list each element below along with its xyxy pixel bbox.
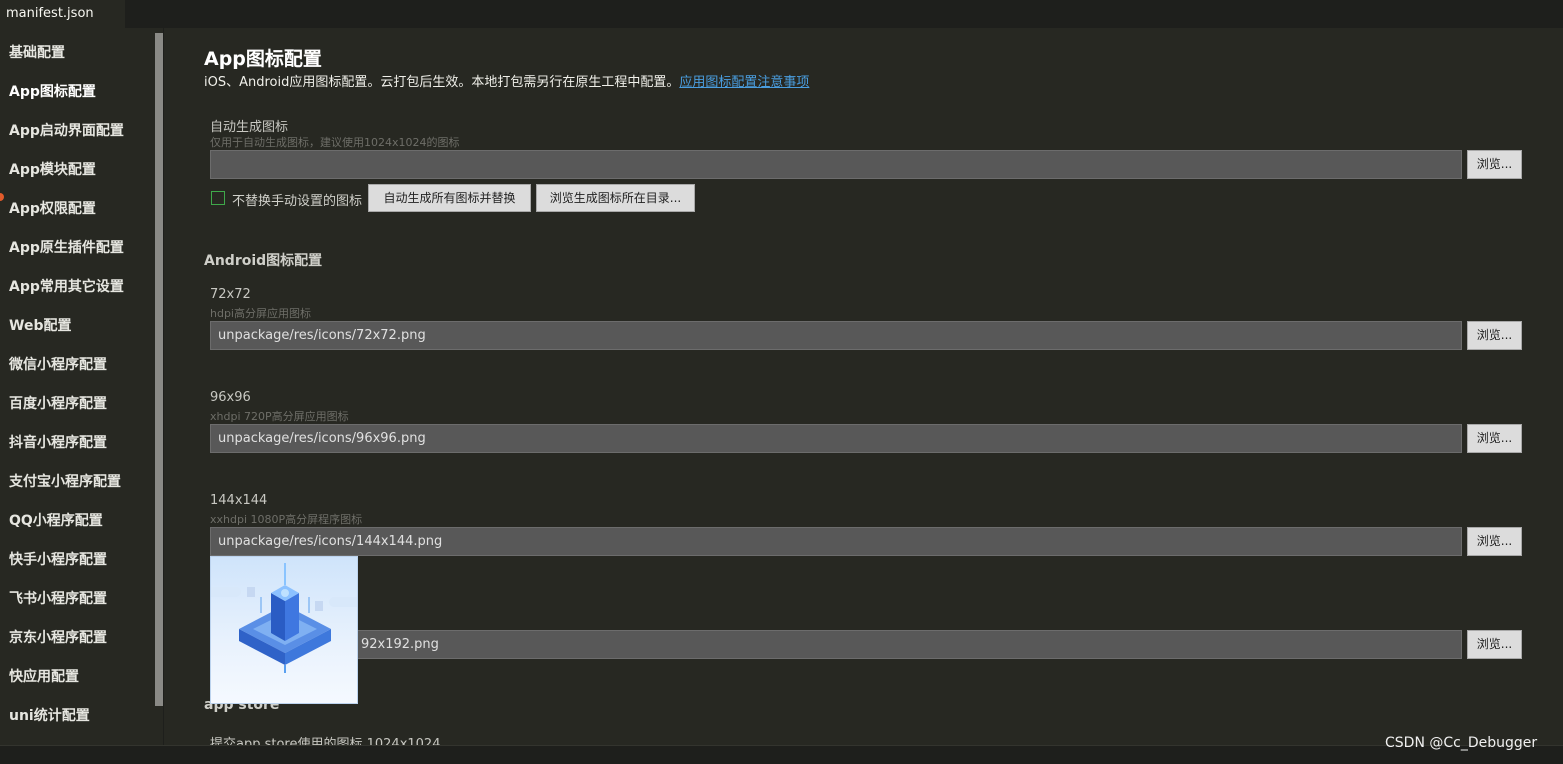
icon-72-hint: hdpi高分屏应用图标 — [210, 307, 311, 320]
sidebar-item-alipay[interactable]: 支付宝小程序配置 — [9, 471, 121, 493]
icon-96-input[interactable] — [210, 424, 1462, 453]
generate-all-icons-button[interactable]: 自动生成所有图标并替换 — [368, 184, 531, 212]
tab-manifest[interactable]: manifest.json — [0, 0, 125, 28]
sidebar-item-quickapp[interactable]: 快应用配置 — [9, 666, 79, 688]
auto-gen-hint: 仅用于自动生成图标，建议使用1024x1024的图标 — [210, 136, 460, 149]
android-section-title: Android图标配置 — [204, 253, 323, 269]
page-desc-text: iOS、Android应用图标配置。云打包后生效。本地打包需另行在原生工程中配置… — [204, 75, 680, 90]
sidebar-item-douyin[interactable]: 抖音小程序配置 — [9, 432, 107, 454]
auto-gen-label: 自动生成图标 — [210, 120, 289, 135]
sidebar: 基础配置 App图标配置 App启动界面配置 App模块配置 App权限配置 A… — [0, 28, 164, 745]
auto-gen-input[interactable] — [210, 150, 1462, 179]
icon-preview-thumbnail — [210, 556, 358, 704]
sidebar-item-qq[interactable]: QQ小程序配置 — [9, 510, 103, 532]
icon-72-input[interactable] — [210, 321, 1462, 350]
no-replace-checkbox[interactable] — [211, 191, 225, 205]
auto-gen-browse-button[interactable]: 浏览... — [1467, 150, 1522, 179]
icon-192-input[interactable] — [210, 630, 1462, 659]
icon-144-input[interactable] — [210, 527, 1462, 556]
icon-72-browse-button[interactable]: 浏览... — [1467, 321, 1522, 350]
icon-144-hint: xxhdpi 1080P高分屏程序图标 — [210, 513, 363, 526]
icon-144-browse-button[interactable]: 浏览... — [1467, 527, 1522, 556]
modified-dot-icon — [0, 193, 4, 201]
sidebar-item-app-other[interactable]: App常用其它设置 — [9, 276, 124, 298]
sidebar-item-basic[interactable]: 基础配置 — [9, 42, 65, 64]
icon-144-label: 144x144 — [210, 493, 268, 508]
icon-72-label: 72x72 — [210, 287, 251, 302]
sidebar-item-app-native-plugins[interactable]: App原生插件配置 — [9, 237, 124, 259]
sidebar-item-wechat[interactable]: 微信小程序配置 — [9, 354, 107, 376]
status-bar — [0, 745, 1563, 764]
watermark: CSDN @Cc_Debugger — [1385, 735, 1538, 751]
sidebar-item-app-icon[interactable]: App图标配置 — [9, 81, 96, 103]
sidebar-item-app-splash[interactable]: App启动界面配置 — [9, 120, 124, 142]
tab-bar: manifest.json — [0, 0, 1563, 28]
sidebar-item-baidu[interactable]: 百度小程序配置 — [9, 393, 107, 415]
main-panel: App图标配置 iOS、Android应用图标配置。云打包后生效。本地打包需另行… — [165, 28, 1563, 752]
browse-icon-dir-button[interactable]: 浏览生成图标所在目录... — [536, 184, 695, 212]
icon-96-browse-button[interactable]: 浏览... — [1467, 424, 1522, 453]
page-description: iOS、Android应用图标配置。云打包后生效。本地打包需另行在原生工程中配置… — [204, 71, 809, 90]
sidebar-item-feishu[interactable]: 飞书小程序配置 — [9, 588, 107, 610]
sidebar-item-kuaishou[interactable]: 快手小程序配置 — [9, 549, 107, 571]
sidebar-item-uni-stat[interactable]: uni统计配置 — [9, 705, 90, 727]
sidebar-item-web[interactable]: Web配置 — [9, 315, 71, 337]
server-illustration-icon — [211, 563, 357, 673]
sidebar-item-app-permissions[interactable]: App权限配置 — [9, 198, 96, 220]
icon-96-label: 96x96 — [210, 390, 251, 405]
sidebar-scrollbar[interactable] — [155, 33, 163, 706]
icon-96-hint: xhdpi 720P高分屏应用图标 — [210, 410, 349, 423]
icon-192-browse-button[interactable]: 浏览... — [1467, 630, 1522, 659]
sidebar-item-app-modules[interactable]: App模块配置 — [9, 159, 96, 181]
page-title: App图标配置 — [204, 48, 322, 70]
sidebar-item-jd[interactable]: 京东小程序配置 — [9, 627, 107, 649]
icon-notes-link[interactable]: 应用图标配置注意事项 — [679, 75, 809, 90]
no-replace-label: 不替换手动设置的图标 — [232, 194, 363, 209]
